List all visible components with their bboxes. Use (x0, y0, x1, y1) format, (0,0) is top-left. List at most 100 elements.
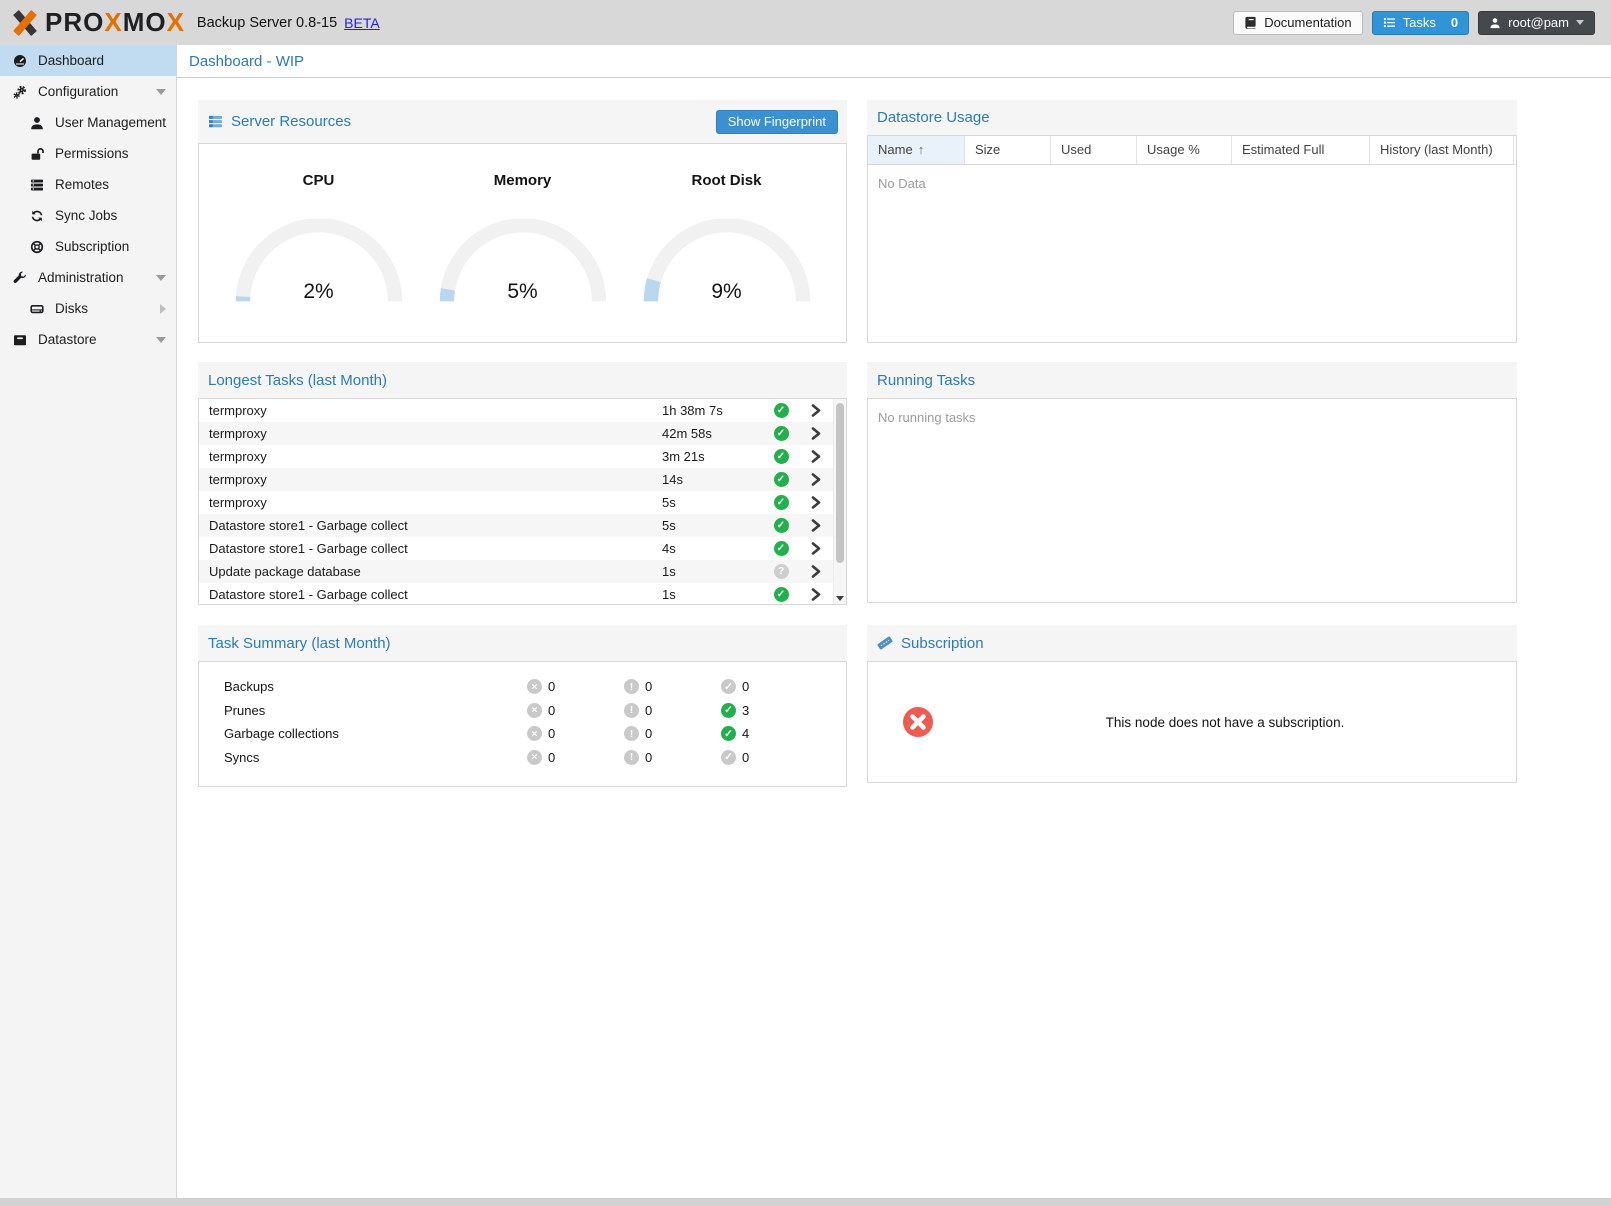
user-menu-label: root@pam (1508, 15, 1569, 30)
user-menu-button[interactable]: root@pam (1478, 11, 1595, 35)
task-status-icon: ✓? (774, 587, 789, 602)
ok-count: 0 (742, 750, 749, 765)
server-resources-panel: Server Resources Show Fingerprint CPU (198, 100, 847, 343)
ok-count: 4 (742, 726, 749, 741)
task-summary-row: Backups ×0 !0 ✓0 (199, 675, 846, 699)
task-duration: 4s (662, 541, 763, 556)
summary-category-label: Backups (199, 679, 527, 694)
task-open-chevron-icon[interactable] (799, 542, 833, 555)
task-status-icon: ✓? (774, 403, 789, 418)
task-summary-row: Prunes ×0 !0 ✓3 (199, 699, 846, 723)
product-version-label: Backup Server 0.8-15 (197, 15, 337, 31)
task-row[interactable]: termproxy 14s ✓? (199, 468, 833, 491)
task-row[interactable]: termproxy 5s ✓? (199, 491, 833, 514)
beta-link[interactable]: BETA (344, 15, 380, 31)
task-open-chevron-icon[interactable] (799, 496, 833, 509)
column-header[interactable]: History (last Month)↑ (1370, 136, 1514, 164)
sidebar-item[interactable]: Configuration (0, 76, 176, 107)
resource-gauge: Root Disk 9% (629, 172, 824, 304)
proxmox-x-logo-icon (10, 8, 40, 38)
proxmox-logo: PROXMOX (10, 7, 185, 38)
task-duration: 5s (662, 495, 763, 510)
sidebar-item-icon (13, 54, 30, 68)
sidebar-item[interactable]: Dashboard (0, 45, 176, 76)
tasks-count-badge: 0 (1451, 15, 1458, 30)
sidebar-item[interactable]: Datastore (0, 324, 176, 355)
column-header-label: Used (1061, 142, 1091, 157)
sidebar-item-icon (30, 209, 47, 223)
life-ring-icon (30, 240, 44, 254)
tasks-button[interactable]: Tasks 0 (1372, 11, 1469, 35)
task-open-chevron-icon[interactable] (799, 565, 833, 578)
task-summary-row: Syncs ×0 !0 ✓0 (199, 746, 846, 770)
book-icon (1244, 16, 1257, 29)
task-row[interactable]: termproxy 1h 38m 7s ✓? (199, 399, 833, 422)
longest-tasks-header: Longest Tasks (last Month) (198, 362, 847, 398)
panel-title: Task Summary (last Month) (208, 635, 391, 652)
task-name: Datastore store1 - Garbage collect (199, 518, 662, 533)
column-header[interactable]: Usage %↑ (1137, 136, 1232, 164)
task-row[interactable]: termproxy 42m 58s ✓? (199, 422, 833, 445)
scrollbar-thumb[interactable] (836, 403, 844, 563)
sidebar-item[interactable]: Remotes (0, 169, 176, 200)
running-tasks-header: Running Tasks (867, 362, 1517, 398)
dashboard-content: Server Resources Show Fingerprint CPU (177, 78, 1611, 1165)
caret-down-icon (156, 275, 166, 281)
task-open-chevron-icon[interactable] (799, 473, 833, 486)
sidebar-item-icon (30, 178, 47, 192)
scroll-down-icon[interactable] (836, 596, 844, 601)
error-count: 0 (548, 679, 555, 694)
task-open-chevron-icon[interactable] (799, 519, 833, 532)
sidebar-item[interactable]: Disks (0, 293, 176, 324)
sidebar-item-icon (30, 116, 47, 130)
task-row[interactable]: Update package database 1s ✓? (199, 560, 833, 583)
subscription-header: Subscription (867, 625, 1517, 661)
wrench-icon (13, 271, 27, 285)
task-name: termproxy (199, 426, 662, 441)
task-open-chevron-icon[interactable] (799, 427, 833, 440)
ticket-icon (877, 635, 893, 651)
datastore-usage-panel: Datastore Usage Name↑ Size↑ Used↑ Usage … (867, 100, 1517, 343)
sidebar-item[interactable]: User Management (0, 107, 176, 138)
scrollbar[interactable] (833, 399, 846, 604)
task-open-chevron-icon[interactable] (799, 450, 833, 463)
sidebar-item-label: Disks (55, 301, 88, 316)
gauge-value: 9% (642, 280, 812, 304)
sidebar-item[interactable]: Sync Jobs (0, 200, 176, 231)
task-row[interactable]: Datastore store1 - Garbage collect 1s ✓? (199, 583, 833, 604)
task-status-icon: ✓? (774, 564, 789, 579)
sidebar-item-icon (30, 240, 47, 254)
sidebar-item[interactable]: Subscription (0, 231, 176, 262)
ok-count-icon: ✓ (721, 726, 736, 741)
documentation-button[interactable]: Documentation (1233, 11, 1362, 35)
sidebar-item-icon (30, 147, 47, 161)
task-row[interactable]: termproxy 3m 21s ✓? (199, 445, 833, 468)
datastore-box-icon (13, 333, 27, 347)
task-open-chevron-icon[interactable] (799, 588, 833, 601)
column-header-label: Usage % (1147, 142, 1200, 157)
sidebar-item-label: Datastore (38, 332, 97, 347)
sidebar-item[interactable]: Permissions (0, 138, 176, 169)
bottom-scrollbar-strip[interactable] (0, 1198, 1611, 1206)
server-list-icon (30, 178, 44, 192)
column-header[interactable]: Estimated Full↑ (1232, 136, 1370, 164)
show-fingerprint-button[interactable]: Show Fingerprint (716, 110, 838, 134)
sidebar-item[interactable]: Administration (0, 262, 176, 293)
ok-count-icon: ✓ (721, 750, 736, 765)
sort-ascending-icon: ↑ (918, 142, 925, 157)
task-duration: 42m 58s (662, 426, 763, 441)
column-header[interactable]: Size↑ (965, 136, 1051, 164)
panel-title: Longest Tasks (last Month) (208, 372, 387, 389)
sidebar-item-icon (13, 85, 30, 99)
task-row[interactable]: Datastore store1 - Garbage collect 5s ✓? (199, 514, 833, 537)
caret-down-icon (156, 337, 166, 343)
sidebar-item-label: Sync Jobs (55, 208, 117, 223)
task-row[interactable]: Datastore store1 - Garbage collect 4s ✓? (199, 537, 833, 560)
subscription-panel: Subscription This node does not have a s… (867, 625, 1517, 783)
column-header[interactable]: Used↑ (1051, 136, 1137, 164)
task-status-icon: ✓? (774, 426, 789, 441)
column-header-label: History (last Month) (1380, 142, 1493, 157)
column-header[interactable]: Name↑ (868, 136, 965, 164)
task-open-chevron-icon[interactable] (799, 404, 833, 417)
panel-title: Server Resources (231, 113, 351, 130)
